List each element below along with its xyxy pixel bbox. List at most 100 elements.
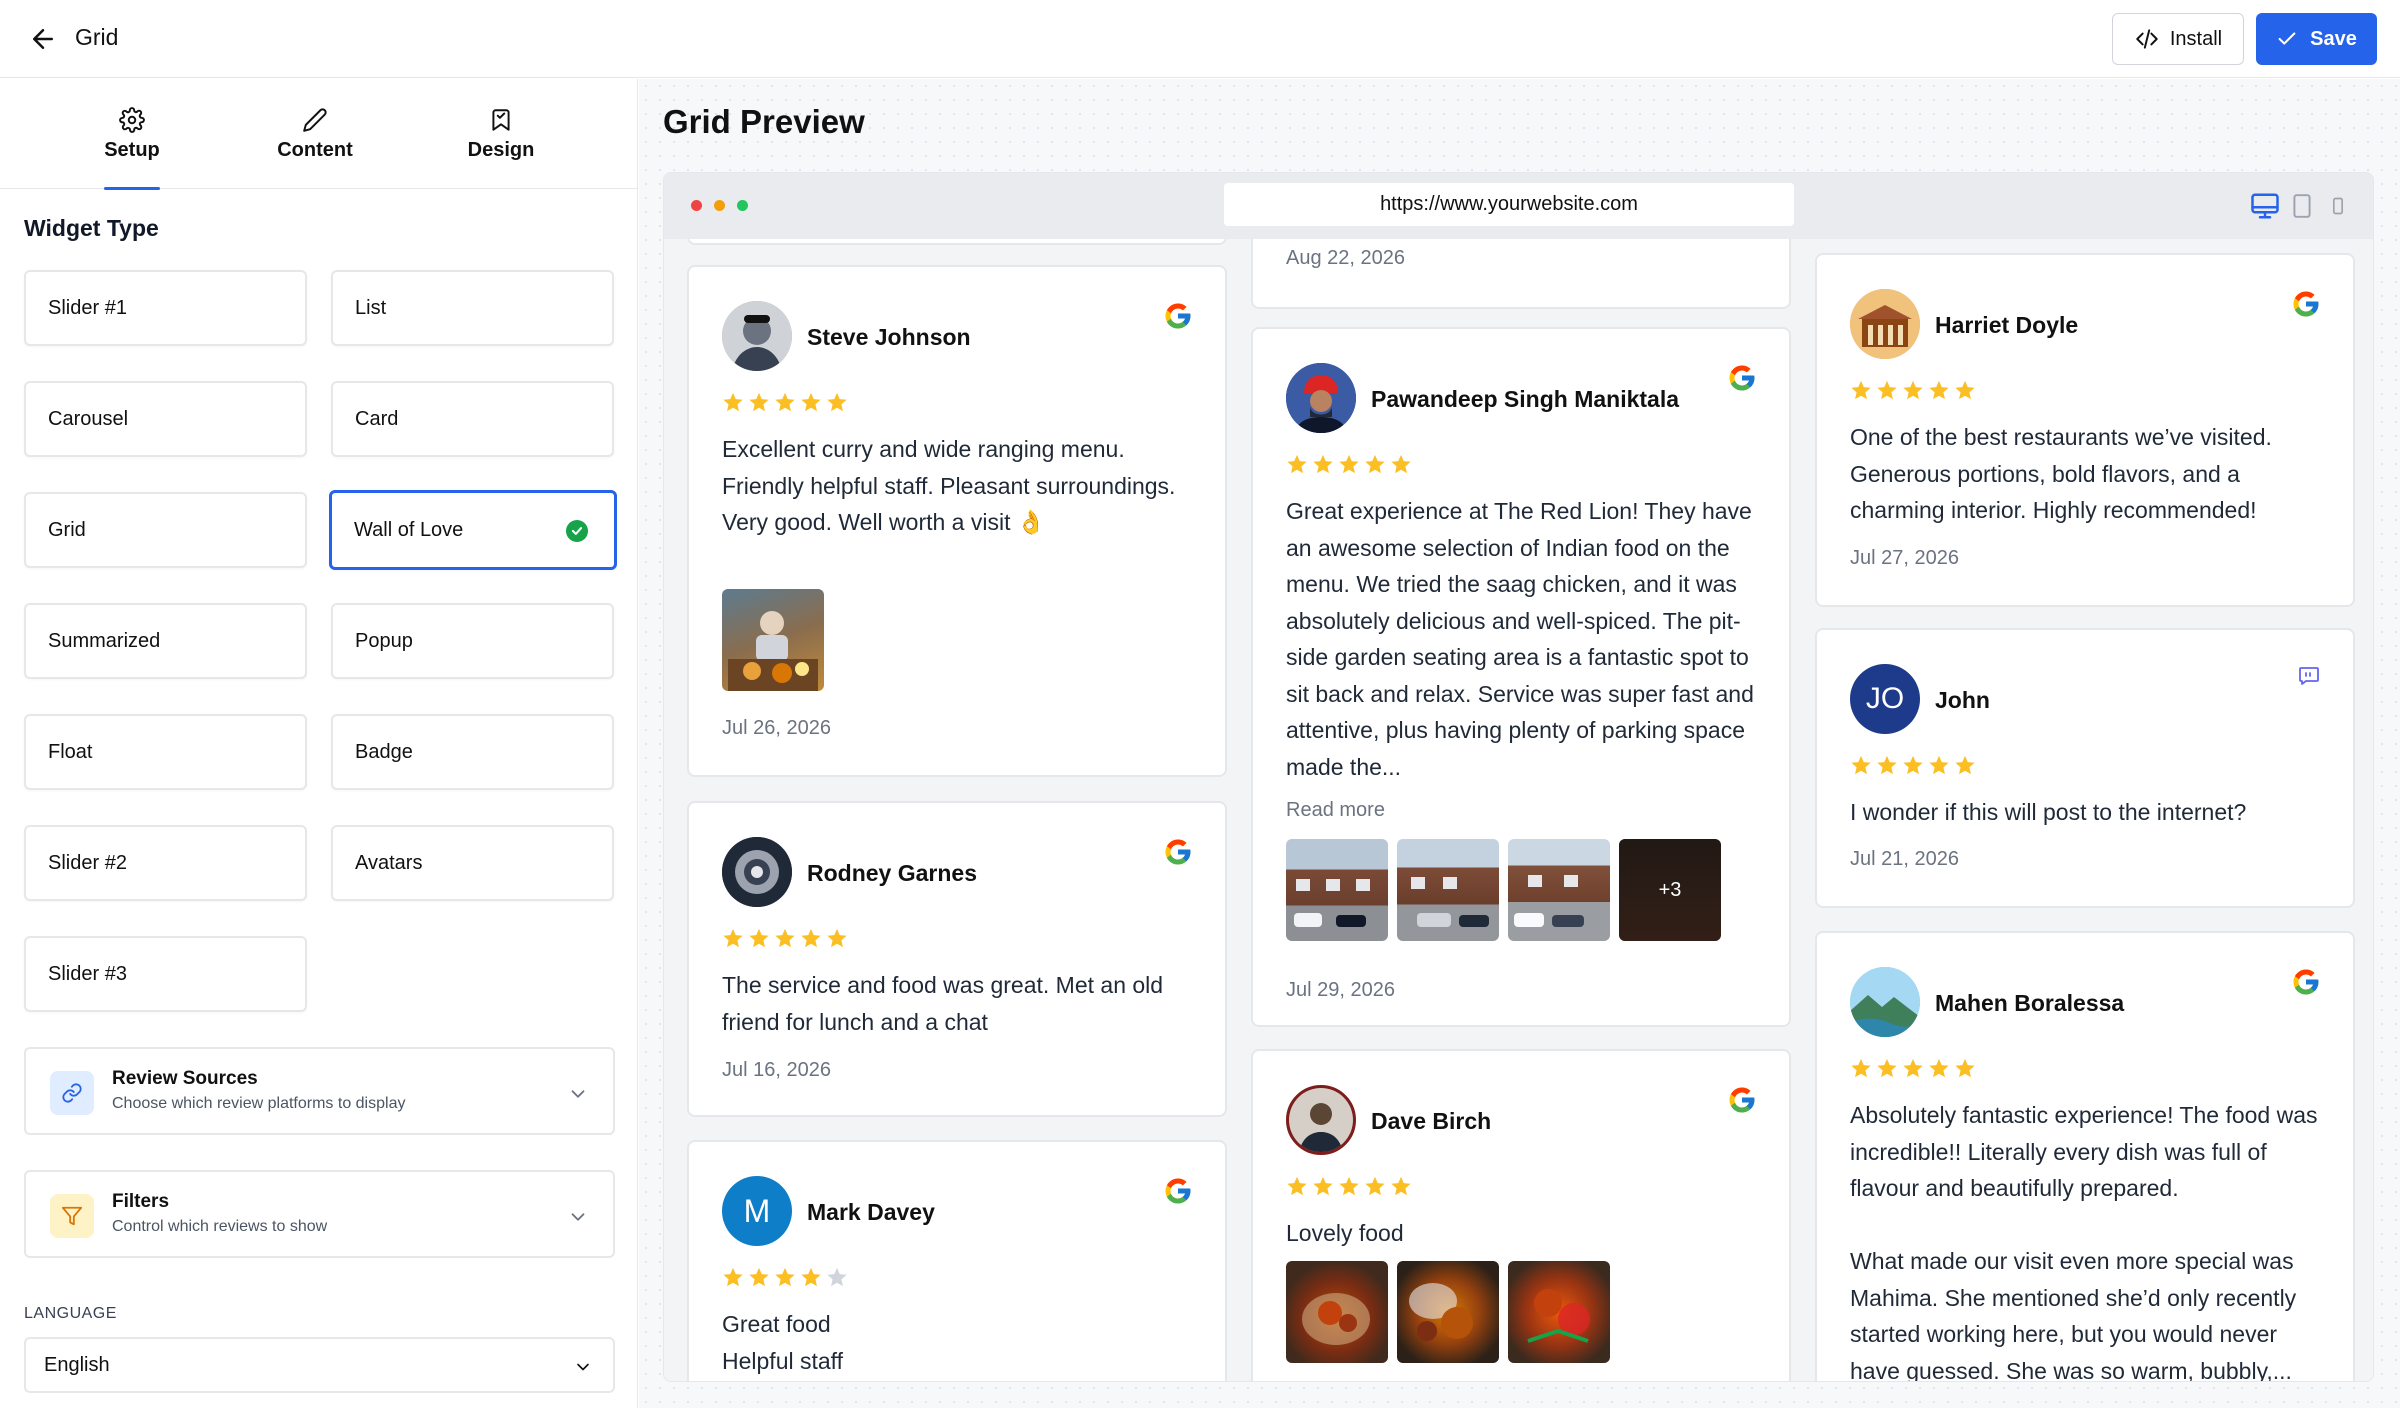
avatar bbox=[1850, 967, 1920, 1037]
check-icon bbox=[2278, 32, 2296, 45]
chevron-down-icon bbox=[571, 1090, 585, 1098]
reviewer-name: Dave Birch bbox=[1371, 1108, 1492, 1134]
review-card[interactable]: JO John I wonder if this will post to th… bbox=[1815, 628, 2355, 908]
widget-option-wall-of-love[interactable]: Wall of Love bbox=[329, 490, 617, 570]
avatar bbox=[722, 301, 792, 371]
language-select[interactable]: English bbox=[24, 1337, 615, 1393]
google-icon bbox=[2293, 291, 2319, 317]
filters-title: Filters bbox=[112, 1191, 170, 1212]
review-card[interactable]: Steve Johnson Excellent curry and wide r… bbox=[687, 265, 1227, 777]
back-arrow-icon[interactable] bbox=[28, 24, 58, 54]
star-rating bbox=[1850, 379, 1976, 401]
widget-option-slider-2[interactable]: Slider #2 bbox=[24, 825, 307, 901]
review-photo-more[interactable]: +3 bbox=[1619, 839, 1721, 941]
avatar bbox=[722, 837, 792, 907]
tab-design[interactable]: Design bbox=[441, 79, 561, 189]
read-more-link[interactable]: Read more bbox=[1286, 799, 1385, 822]
url-bar: https://www.yourwebsite.com bbox=[1224, 183, 1794, 226]
widget-option-summarized[interactable]: Summarized bbox=[24, 603, 307, 679]
widget-option-card[interactable]: Card bbox=[331, 381, 614, 457]
widget-option-float[interactable]: Float bbox=[24, 714, 307, 790]
window-dot-yellow bbox=[714, 200, 725, 211]
tablet-view-icon[interactable] bbox=[2289, 191, 2315, 221]
review-card-partial bbox=[687, 239, 1227, 245]
review-text: Great food Helpful staff bbox=[722, 1311, 844, 1374]
selected-check-icon bbox=[566, 520, 588, 542]
reviewer-name: Steve Johnson bbox=[807, 324, 971, 350]
review-sources-accordion[interactable]: Review Sources Choose which review platf… bbox=[24, 1047, 615, 1135]
review-card[interactable]: M Mark Davey Great food Helpful staff bbox=[687, 1140, 1227, 1381]
review-photo[interactable] bbox=[1508, 1261, 1610, 1363]
widget-viewport: Steve Johnson Excellent curry and wide r… bbox=[664, 239, 2373, 1381]
review-photo[interactable] bbox=[1286, 839, 1388, 941]
star-rating bbox=[1850, 1057, 1976, 1079]
desktop-view-icon[interactable] bbox=[2250, 191, 2280, 221]
review-text: Great experience at The Red Lion! They h… bbox=[1286, 498, 1754, 780]
browser-mockup: https://www.yourwebsite.com Steve Johnso… bbox=[663, 172, 2374, 1382]
star-rating bbox=[1850, 754, 1976, 776]
star-rating bbox=[722, 1266, 848, 1288]
mobile-view-icon[interactable] bbox=[2328, 191, 2348, 221]
tab-content[interactable]: Content bbox=[255, 79, 375, 189]
widget-option-label: List bbox=[355, 296, 387, 319]
widget-option-badge[interactable]: Badge bbox=[331, 714, 614, 790]
review-text: Excellent curry and wide ranging menu. F… bbox=[722, 436, 1176, 535]
gear-icon bbox=[119, 106, 145, 133]
review-card[interactable]: Dave Birch Lovely food bbox=[1251, 1049, 1791, 1381]
avatar-initials: JO bbox=[1865, 682, 1905, 715]
widget-option-grid[interactable]: Grid bbox=[24, 492, 307, 568]
widget-option-slider-3[interactable]: Slider #3 bbox=[24, 936, 307, 1012]
bookmark-icon bbox=[492, 108, 510, 131]
star-rating bbox=[1286, 453, 1412, 475]
review-photo[interactable] bbox=[1397, 839, 1499, 941]
settings-panel: Setup Content Design Widget Type Slider … bbox=[0, 79, 638, 1408]
review-photo[interactable] bbox=[1397, 1261, 1499, 1363]
widget-option-list[interactable]: List bbox=[331, 270, 614, 346]
review-photo[interactable] bbox=[1508, 839, 1610, 941]
star-rating bbox=[1286, 1175, 1412, 1197]
tab-bar: Setup Content Design bbox=[0, 79, 638, 190]
filters-accordion[interactable]: Filters Control which reviews to show bbox=[24, 1170, 615, 1258]
widget-option-carousel[interactable]: Carousel bbox=[24, 381, 307, 457]
review-card[interactable]: Mahen Boralessa Absolutely fantastic exp… bbox=[1815, 931, 2355, 1381]
review-card-partial[interactable]: Aug 22, 2026 bbox=[1251, 239, 1791, 309]
reviewer-name: John bbox=[1935, 687, 1990, 713]
review-text: One of the best restaurants we’ve visite… bbox=[1850, 424, 2272, 523]
avatar: M bbox=[722, 1176, 792, 1246]
top-bar: Grid Install Save bbox=[0, 0, 2400, 78]
google-icon bbox=[1165, 303, 1191, 329]
widget-option-label: Float bbox=[48, 740, 93, 763]
chevron-down-icon bbox=[577, 1363, 589, 1371]
google-icon bbox=[1165, 839, 1191, 865]
review-sources-title: Review Sources bbox=[112, 1068, 258, 1089]
widget-option-popup[interactable]: Popup bbox=[331, 603, 614, 679]
review-date: Jul 26, 2026 bbox=[722, 717, 831, 739]
tab-design-label: Design bbox=[467, 138, 535, 161]
review-card[interactable]: Rodney Garnes The service and food was g… bbox=[687, 801, 1227, 1117]
install-button[interactable]: Install bbox=[2112, 13, 2244, 65]
review-date: Jul 29, 2026 bbox=[1286, 979, 1395, 1001]
preview-area: Grid Preview https://www.yourwebsite.com… bbox=[639, 79, 2400, 1408]
avatar-initial: M bbox=[743, 1192, 771, 1229]
google-icon bbox=[1729, 1087, 1755, 1113]
review-photo[interactable] bbox=[1286, 1261, 1388, 1363]
widget-option-slider-1[interactable]: Slider #1 bbox=[24, 270, 307, 346]
preview-title: Grid Preview bbox=[663, 103, 865, 140]
widget-option-avatars[interactable]: Avatars bbox=[331, 825, 614, 901]
star-rating bbox=[722, 391, 848, 413]
reviewer-name: Mahen Boralessa bbox=[1935, 990, 2125, 1016]
active-tab-indicator bbox=[104, 187, 160, 190]
review-photo[interactable] bbox=[722, 589, 824, 691]
more-photos-count: +3 bbox=[1619, 839, 1721, 941]
widget-type-heading: Widget Type bbox=[24, 215, 159, 241]
language-value: English bbox=[44, 1353, 110, 1376]
review-text: The service and food was great. Met an o… bbox=[722, 972, 1164, 1035]
tab-setup[interactable]: Setup bbox=[72, 79, 192, 190]
save-button[interactable]: Save bbox=[2256, 13, 2377, 65]
widget-option-label: Slider #2 bbox=[48, 851, 127, 874]
google-icon bbox=[1165, 1178, 1191, 1204]
browser-toolbar: https://www.yourwebsite.com bbox=[664, 173, 2373, 239]
widget-option-label: Avatars bbox=[355, 851, 423, 874]
review-card[interactable]: Pawandeep Singh Maniktala Great experien… bbox=[1251, 327, 1791, 1027]
review-card[interactable]: Harriet Doyle One of the best restaurant… bbox=[1815, 253, 2355, 607]
